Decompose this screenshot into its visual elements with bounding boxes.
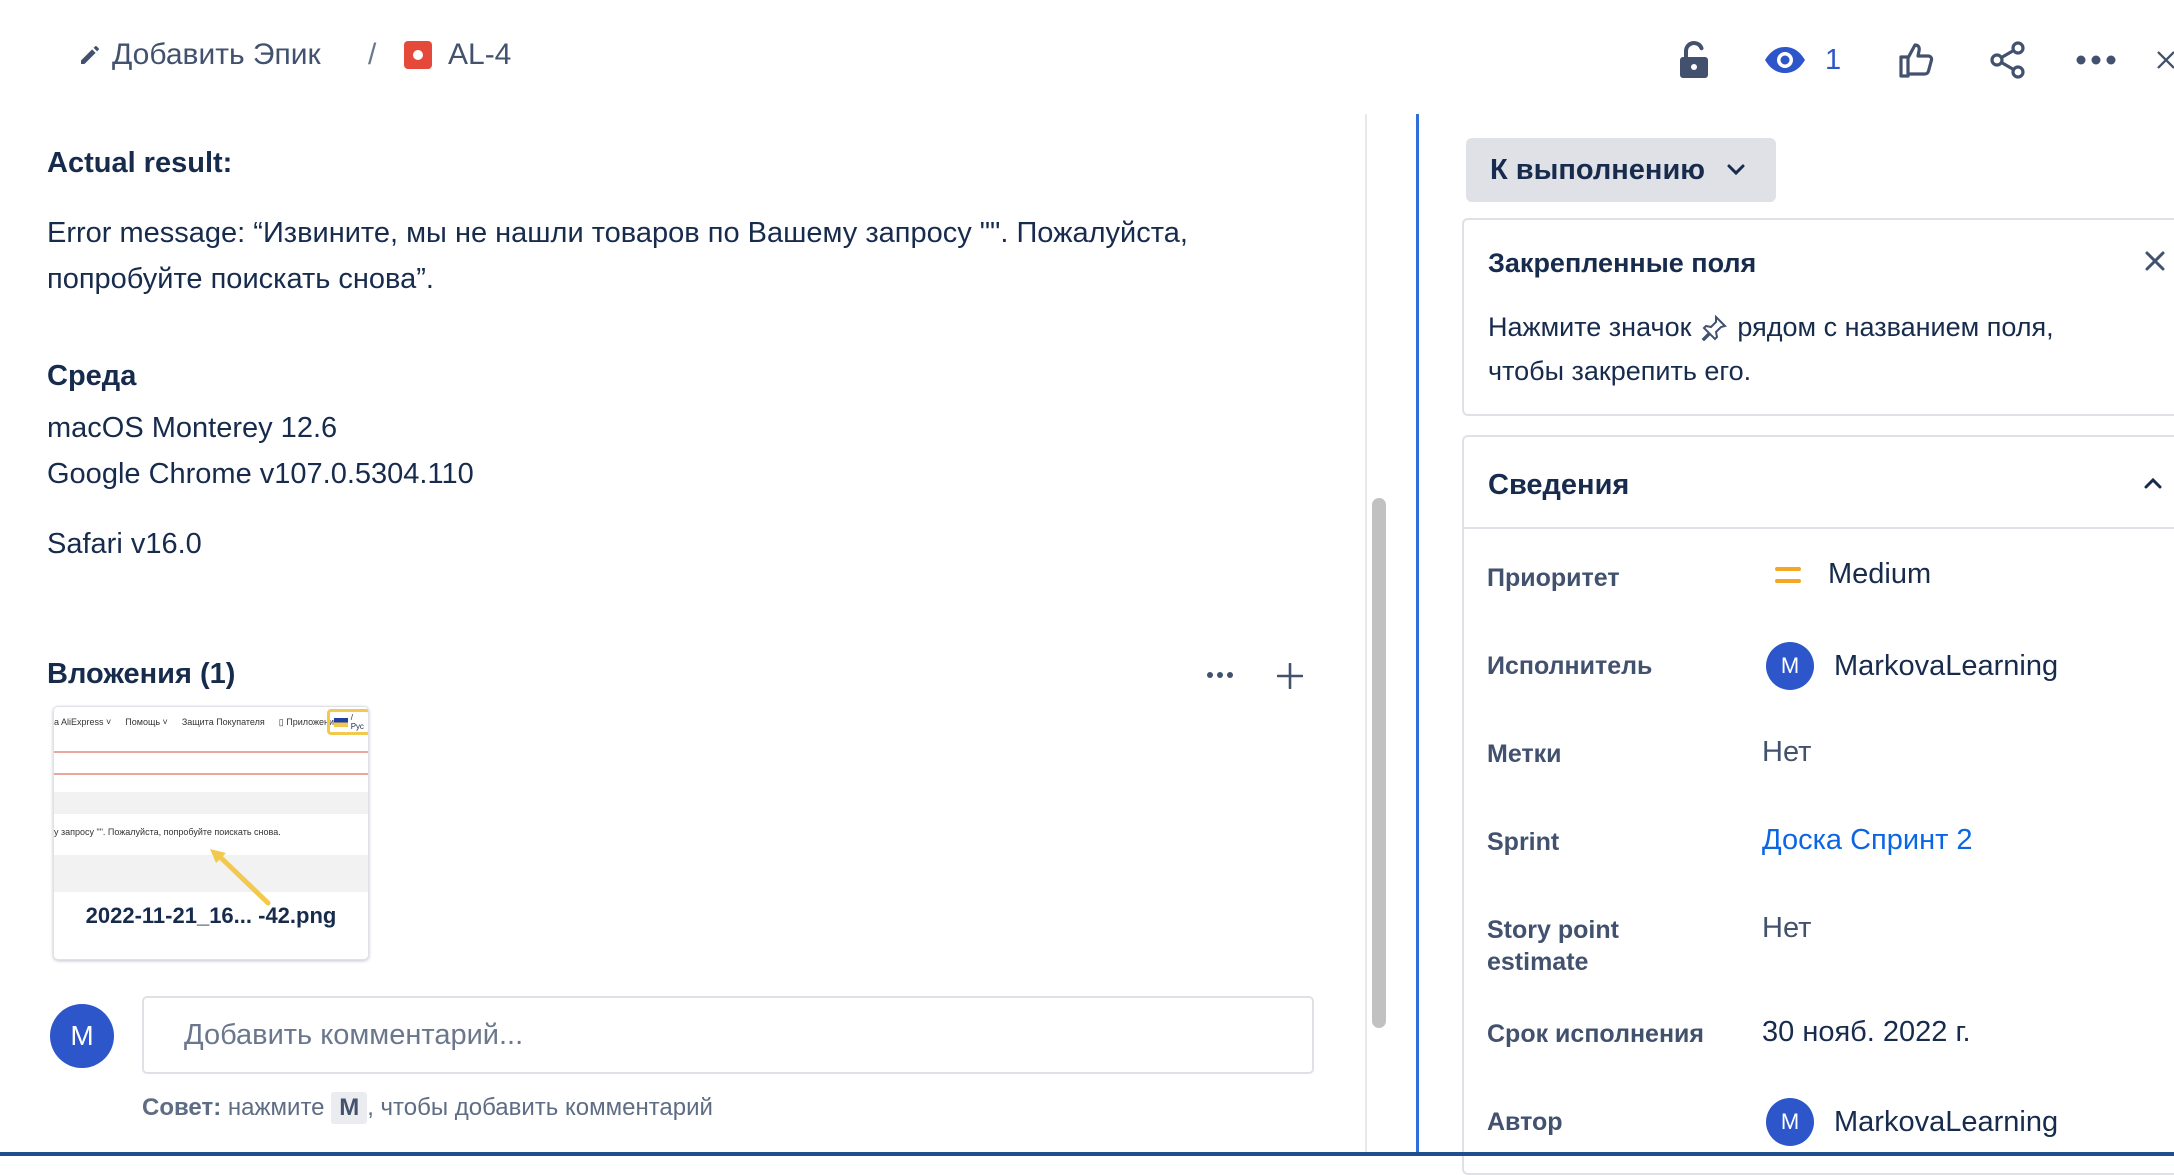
pinned-fields-panel: Закрепленные поля Нажмите значок рядом с… xyxy=(1462,218,2174,416)
attachment-file-name: 2022-11-21_16... -42.png xyxy=(85,903,337,928)
pin-icon xyxy=(1702,314,1728,341)
pinned-fields-title: Закрепленные поля xyxy=(1488,248,1757,278)
lock-button[interactable] xyxy=(1670,36,1718,84)
environment-heading: Среда xyxy=(47,360,137,392)
preview-lang-box: / Рус xyxy=(327,709,368,735)
comment-input[interactable]: Добавить комментарий... xyxy=(142,996,1314,1074)
attachment-card[interactable]: a AliExpress ˅ Помощь ˅ Защита Покупател… xyxy=(53,706,369,960)
field-value-priority[interactable]: Medium xyxy=(1774,558,1931,591)
more-icon xyxy=(1207,672,1233,678)
field-label-reporter: Автор xyxy=(1487,1108,1563,1136)
attachment-preview: a AliExpress ˅ Помощь ˅ Защита Покупател… xyxy=(54,707,368,906)
pinned-hint-line-1: Нажмите значок рядом с названием поля, xyxy=(1488,312,2054,342)
details-header[interactable]: Сведения xyxy=(1464,437,2174,529)
pinned-hint-line-2: чтобы закрепить его. xyxy=(1488,356,1752,386)
field-label-story-points: Story point estimate xyxy=(1487,916,1619,976)
close-icon xyxy=(2157,51,2174,69)
scrollbar-thumb[interactable] xyxy=(1372,498,1386,1028)
field-label-labels: Метки xyxy=(1487,740,1562,768)
details-title: Сведения xyxy=(1488,469,1630,501)
field-value-sprint[interactable]: Доска Спринт 2 xyxy=(1762,824,1973,857)
chevron-down-icon xyxy=(1727,164,1745,176)
field-label-priority: Приоритет xyxy=(1487,564,1620,592)
error-message-line-2: попробуйте поискать снова”. xyxy=(47,263,434,295)
close-pinned-button[interactable] xyxy=(2144,250,2172,278)
comment-tip: Совет: нажмите M , чтобы добавить коммен… xyxy=(142,1092,713,1124)
issue-key-link[interactable]: AL-4 xyxy=(404,38,511,72)
window-bottom-edge xyxy=(0,1152,2174,1156)
attachments-heading: Вложения (1) xyxy=(47,658,236,690)
eye-icon xyxy=(1765,47,1805,73)
field-value-assignee[interactable]: M MarkovaLearning xyxy=(1766,642,2058,690)
preview-nav-item: a AliExpress ˅ xyxy=(54,717,112,727)
share-button[interactable] xyxy=(1984,36,2032,84)
comment-placeholder: Добавить комментарий... xyxy=(184,1018,524,1051)
preview-message: у запросу "". Пожалуйста, попробуйте пои… xyxy=(54,827,281,837)
like-button[interactable] xyxy=(1892,36,1940,84)
close-icon xyxy=(2145,251,2165,271)
pencil-icon xyxy=(78,43,102,67)
watch-button[interactable]: 1 xyxy=(1763,36,1873,84)
avatar: M xyxy=(1766,642,1814,690)
flag-icon xyxy=(334,717,348,727)
details-panel: Сведения xyxy=(1462,435,2174,1175)
priority-medium-icon xyxy=(1775,566,1801,583)
avatar: M xyxy=(50,1004,114,1068)
field-label-assignee: Исполнитель xyxy=(1487,652,1653,680)
env-os: macOS Monterey 12.6 xyxy=(47,412,338,444)
preview-nav-item: Помощь ˅ xyxy=(125,717,168,727)
thumbs-up-icon xyxy=(1899,43,1934,78)
add-attachment-button[interactable] xyxy=(1270,656,1310,696)
chevron-up-icon xyxy=(2144,477,2162,489)
watchers-count: 1 xyxy=(1825,43,1842,76)
add-epic-label: Добавить Эпик xyxy=(112,38,321,71)
avatar: M xyxy=(1766,1098,1814,1146)
preview-nav-item: Защита Покупателя xyxy=(181,717,265,727)
status-label: К выполнению xyxy=(1490,153,1706,186)
field-value-labels[interactable]: Нет xyxy=(1762,736,1811,769)
field-value-story-points[interactable]: Нет xyxy=(1762,912,1811,945)
issue-key: AL-4 xyxy=(448,38,512,71)
keyboard-key: M xyxy=(331,1092,368,1124)
plus-icon xyxy=(1277,663,1303,689)
field-value-due-date[interactable]: 30 нояб. 2022 г. xyxy=(1762,1016,1971,1049)
arrow-annotation xyxy=(210,849,271,906)
lock-icon xyxy=(1680,41,1708,78)
more-actions-button[interactable] xyxy=(2072,36,2120,84)
error-message-line-1: Error message: “Извините, мы не нашли то… xyxy=(47,217,1188,249)
add-epic-link[interactable]: Добавить Эпик xyxy=(78,38,321,72)
field-label-sprint: Sprint xyxy=(1487,828,1560,856)
status-dropdown[interactable]: К выполнению xyxy=(1466,138,1776,202)
share-icon xyxy=(1990,41,2025,79)
env-chrome: Google Chrome v107.0.5304.110 xyxy=(47,458,474,490)
more-icon xyxy=(2076,55,2116,65)
close-button[interactable] xyxy=(2156,36,2174,84)
attachments-more-button[interactable] xyxy=(1200,660,1240,690)
breadcrumb-separator: / xyxy=(368,38,377,71)
actual-result-heading: Actual result: xyxy=(47,147,233,179)
env-safari: Safari v16.0 xyxy=(47,528,202,560)
resize-handle[interactable] xyxy=(1416,114,1419,1156)
field-value-reporter[interactable]: M MarkovaLearning xyxy=(1766,1098,2058,1146)
tip-label: Совет: xyxy=(142,1094,222,1121)
field-label-due-date: Срок исполнения xyxy=(1487,1020,1705,1048)
bug-icon xyxy=(404,41,432,69)
panel-divider xyxy=(1365,114,1367,1156)
